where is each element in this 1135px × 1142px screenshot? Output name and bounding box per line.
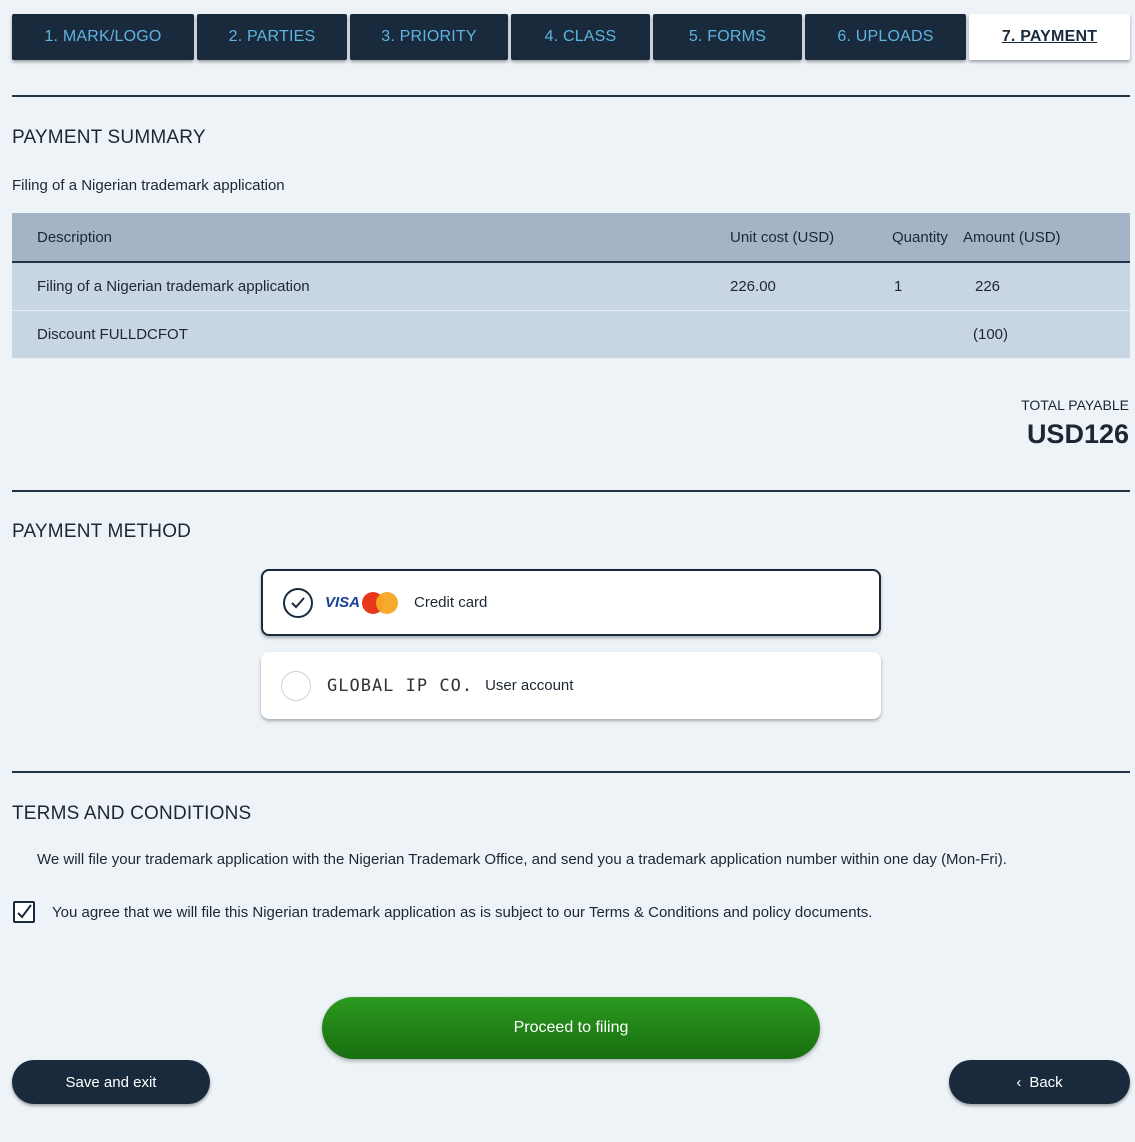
chevron-left-icon: ‹: [1016, 1073, 1022, 1091]
payment-option-credit-card[interactable]: VISA Credit card: [261, 569, 881, 636]
table-row: Discount FULLDCFOT (100): [12, 311, 1130, 359]
cell-description: Discount FULLDCFOT: [37, 326, 188, 343]
cell-unit-cost: 226.00: [730, 278, 776, 295]
tab-priority[interactable]: 3. PRIORITY: [350, 14, 508, 60]
total-payable-label: TOTAL PAYABLE: [1021, 397, 1129, 413]
save-and-exit-button[interactable]: Save and exit: [12, 1060, 210, 1104]
payment-summary-subtitle: Filing of a Nigerian trademark applicati…: [12, 177, 285, 194]
divider: [12, 490, 1130, 492]
radio-empty-icon[interactable]: [281, 670, 311, 701]
terms-text: We will file your trademark application …: [37, 851, 1007, 868]
agree-checkbox[interactable]: [13, 901, 35, 923]
payment-option-label: User account: [485, 677, 574, 694]
divider: [12, 771, 1130, 773]
checkmark-icon: [17, 904, 32, 919]
cell-quantity: 1: [894, 278, 903, 295]
table-row: Filing of a Nigerian trademark applicati…: [12, 263, 1130, 311]
payment-method-heading: PAYMENT METHOD: [12, 521, 192, 542]
column-header-unit-cost: Unit cost (USD): [730, 228, 835, 246]
payment-summary-table: Description Unit cost (USD) Quantity Amo…: [12, 213, 1130, 359]
back-button[interactable]: ‹ Back: [949, 1060, 1130, 1104]
terms-heading: TERMS AND CONDITIONS: [12, 803, 252, 824]
tab-parties[interactable]: 2. PARTIES: [197, 14, 347, 60]
step-tabs: 1. MARK/LOGO 2. PARTIES 3. PRIORITY 4. C…: [12, 14, 1130, 60]
cell-amount: (100): [973, 326, 1009, 343]
tab-uploads[interactable]: 6. UPLOADS: [805, 14, 966, 60]
cell-description: Filing of a Nigerian trademark applicati…: [37, 278, 310, 295]
column-header-amount: Amount (USD): [963, 228, 1061, 246]
table-header-row: Description Unit cost (USD) Quantity Amo…: [12, 213, 1130, 263]
tab-class[interactable]: 4. CLASS: [511, 14, 650, 60]
agree-text: You agree that we will file this Nigeria…: [52, 904, 873, 921]
total-payable-value: USD126: [1026, 419, 1129, 449]
cell-amount: 226: [975, 278, 1001, 295]
radio-checked-icon[interactable]: [283, 587, 313, 618]
divider: [12, 95, 1130, 97]
tab-mark-logo[interactable]: 1. MARK/LOGO: [12, 14, 194, 60]
column-header-quantity: Quantity: [892, 228, 948, 246]
back-button-label: Back: [1029, 1073, 1063, 1091]
payment-option-label: Credit card: [414, 594, 488, 611]
payment-summary-heading: PAYMENT SUMMARY: [12, 127, 206, 148]
column-header-description: Description: [37, 228, 113, 246]
proceed-to-filing-button[interactable]: Proceed to filing: [322, 997, 820, 1059]
tab-forms[interactable]: 5. FORMS: [653, 14, 802, 60]
mastercard-logo: [362, 591, 400, 614]
global-ip-co-logo: GLOBAL IP CO.: [327, 675, 474, 696]
tab-payment[interactable]: 7. PAYMENT: [969, 14, 1130, 60]
visa-logo: VISA: [325, 594, 361, 611]
payment-option-user-account[interactable]: GLOBAL IP CO. User account: [261, 652, 881, 719]
